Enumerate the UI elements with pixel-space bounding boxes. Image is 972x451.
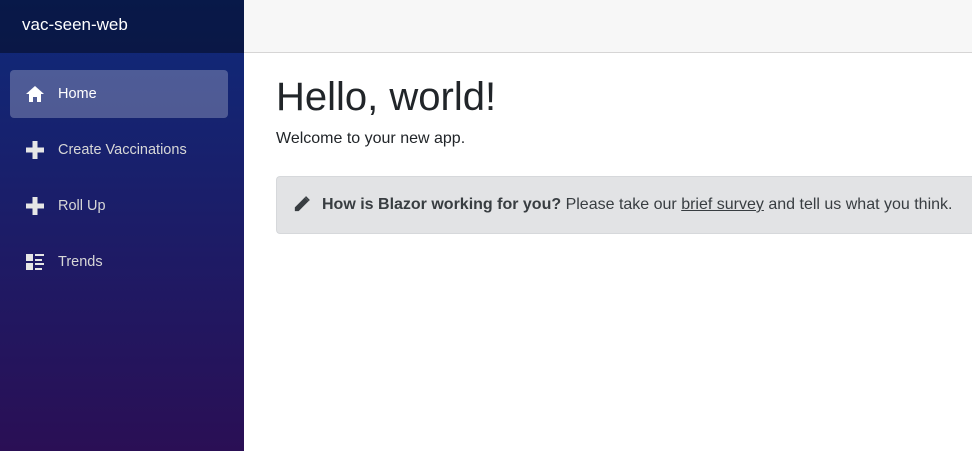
plus-icon xyxy=(26,197,44,215)
app-root: vac-seen-web Home Create Vaccinations Ro… xyxy=(0,0,972,451)
sidebar-item-label: Create Vaccinations xyxy=(58,142,187,158)
sidebar-item-label: Roll Up xyxy=(58,198,106,214)
pencil-icon xyxy=(294,196,310,212)
nav-menu: Home Create Vaccinations Roll Up Trends xyxy=(0,53,244,286)
sidebar-item-label: Home xyxy=(58,86,97,102)
sidebar: vac-seen-web Home Create Vaccinations Ro… xyxy=(0,0,244,451)
survey-link[interactable]: brief survey xyxy=(681,196,764,213)
survey-text-after: and tell us what you think. xyxy=(763,196,953,213)
survey-text: How is Blazor working for you? Please ta… xyxy=(322,196,952,214)
home-icon xyxy=(26,86,44,102)
sidebar-item-label: Trends xyxy=(58,254,103,270)
welcome-text: Welcome to your new app. xyxy=(276,130,466,147)
brand-bar: vac-seen-web xyxy=(0,0,244,53)
list-rich-icon xyxy=(26,254,44,270)
sidebar-item-trends[interactable]: Trends xyxy=(10,238,228,286)
plus-icon xyxy=(26,141,44,159)
sidebar-item-create-vaccinations[interactable]: Create Vaccinations xyxy=(10,126,228,174)
sidebar-item-roll-up[interactable]: Roll Up xyxy=(10,182,228,230)
survey-alert: How is Blazor working for you? Please ta… xyxy=(276,176,972,234)
page-title: Hello, world! xyxy=(276,75,497,119)
survey-text-before: Please take our xyxy=(561,196,682,213)
survey-question: How is Blazor working for you? xyxy=(322,196,562,213)
brand-link[interactable]: vac-seen-web xyxy=(22,16,128,33)
top-row xyxy=(244,0,972,53)
sidebar-item-home[interactable]: Home xyxy=(10,70,228,118)
